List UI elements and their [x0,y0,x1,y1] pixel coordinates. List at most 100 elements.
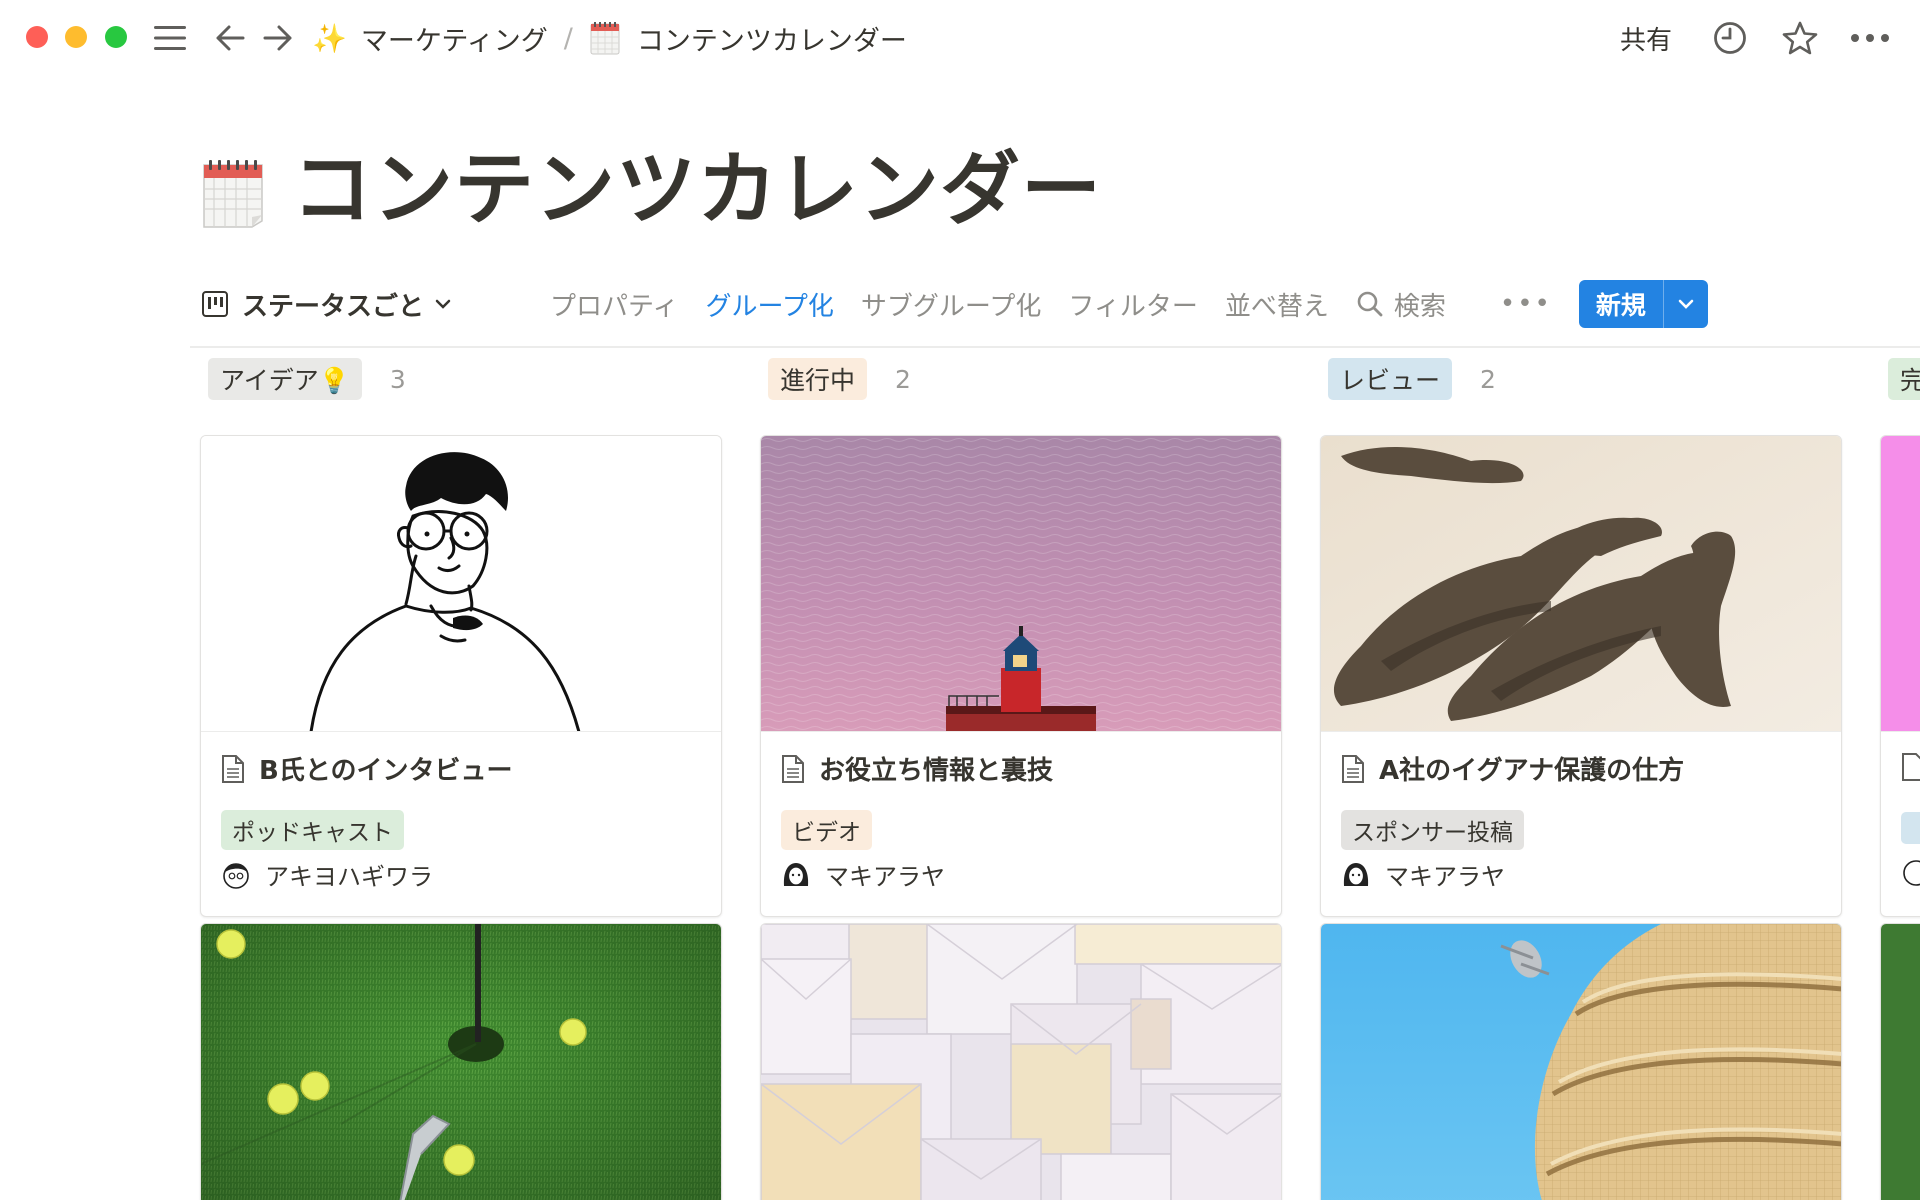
card-cover-image [761,924,1281,1200]
card-body: B氏とのインタビュー ポッドキャスト アキヨハギワラ [201,732,721,916]
iguanas-beach-image [1321,436,1841,731]
breadcrumb-label: マーケティング [360,25,548,57]
avatar [1903,860,1920,886]
new-button[interactable]: 新規 [1579,280,1664,328]
card-title: A社のイグアナ保護の仕方 [1379,756,1685,786]
sparkles-icon: ✨ [312,21,347,55]
status-pill: 進行中 [768,358,868,400]
breadcrumb-item-marketing[interactable]: ✨ マーケティング [312,19,548,58]
envelopes-image [761,924,1281,1200]
calendar-icon [203,160,263,228]
chevron-down-icon [435,299,451,309]
toolbar-more-button[interactable]: ••• [1500,289,1552,319]
assignee: マキアラヤ [1341,857,1505,892]
assignee: マキアラヤ [781,857,945,892]
column-count: 3 [389,364,406,394]
breadcrumb-label: コンテンツカレンダー [636,25,907,57]
share-label: 共有 [1620,25,1673,56]
arrow-right-icon [263,25,292,51]
subgroup-button[interactable]: サブグループ化 [861,286,1041,323]
column-header[interactable]: アイデア💡 3 [200,348,722,410]
card-cover-image [201,436,721,732]
board: アイデア💡 3 B氏とのインタビュー ポッドキャスト アキヨハギワラ 進行中 2… [0,348,1920,1200]
filter-button[interactable]: フィルター [1068,286,1197,323]
updates-button[interactable] [1710,18,1750,58]
share-button[interactable]: 共有 [1620,18,1672,58]
clock-icon [1714,22,1746,54]
zoom-window-button[interactable] [105,26,127,48]
board-column-review: レビュー 2 A社のイグアナ保護の仕方 スポンサー投稿 マキアラヤ [1320,348,1842,1200]
breadcrumb: ✨ マーケティング / コンテンツカレンダー [312,16,907,60]
golf-green-image [201,924,721,1200]
column-count: 2 [1480,364,1496,394]
assignee-name: マキアラヤ [1385,863,1505,891]
illustration-man-glasses [309,452,581,731]
content-type-tag: ビデオ [781,810,872,850]
avatar [1343,862,1369,886]
column-header[interactable]: レビュー 2 [1320,348,1842,410]
card-body: お役立ち情報と裏技 ビデオ マキアラヤ [761,732,1281,916]
new-button-group: 新規 [1578,280,1708,328]
view-switcher[interactable]: ステータスごと [202,282,452,326]
document-icon [1902,753,1920,781]
assignee-name: アキヨハギワラ [265,863,433,891]
column-count: 2 [895,364,911,394]
card-cover-image [201,924,721,1200]
close-window-button[interactable] [26,26,48,48]
favorite-button[interactable] [1780,18,1820,58]
sort-button[interactable]: 並べ替え [1225,286,1329,323]
avatar [783,862,809,886]
card-cover-image [761,436,1281,732]
search-label: 検索 [1393,291,1446,322]
column-header[interactable]: 完 [1880,348,1920,410]
page-calendar-icon[interactable] [200,155,266,229]
card-body [1881,732,1920,916]
board-card[interactable] [1880,923,1920,1200]
board-card[interactable]: お役立ち情報と裏技 ビデオ マキアラヤ [760,435,1282,917]
board-card[interactable]: A社のイグアナ保護の仕方 スポンサー投稿 マキアラヤ [1320,435,1842,917]
card-cover-image [1881,436,1920,732]
sidebar-toggle-button[interactable] [150,18,190,58]
new-dropdown-button[interactable] [1664,280,1708,328]
group-by-button[interactable]: グループ化 [705,286,833,323]
breadcrumb-separator: / [563,22,573,54]
more-options-button[interactable] [1848,18,1892,58]
search-button[interactable]: 検索 [1356,286,1473,323]
forward-button[interactable] [258,18,298,58]
back-button[interactable] [210,18,250,58]
assignee: アキヨハギワラ [221,857,433,892]
board-column-in-progress: 進行中 2 お役立ち情報と裏技 ビデオ マキアラヤ [760,348,1282,1200]
board-card[interactable]: B氏とのインタビュー ポッドキャスト アキヨハギワラ [200,435,722,917]
avatar [223,862,249,889]
card-body: A社のイグアナ保護の仕方 スポンサー投稿 マキアラヤ [1321,732,1841,916]
database-toolbar: ステータスごと プロパティ グループ化 サブグループ化 フィルター 並べ替え 検… [190,272,1920,348]
lighthouse-sea-image [761,436,1281,731]
toolbar-actions: プロパティ グループ化 サブグループ化 フィルター 並べ替え 検索 ••• 新規 [550,280,1708,328]
board-card[interactable] [1320,923,1842,1200]
document-icon [222,754,244,783]
assignee-name: マキアラヤ [825,863,945,891]
search-icon [1357,291,1383,317]
properties-button[interactable]: プロパティ [550,286,678,323]
arrow-left-icon [216,25,245,51]
view-label: ステータスごと [242,291,425,322]
card-title-row: B氏とのインタビュー [221,750,513,787]
status-pill: アイデア💡 [208,358,362,400]
breadcrumb-item-content-calendar[interactable]: コンテンツカレンダー [589,19,907,58]
more-icon [1851,34,1889,42]
column-header[interactable]: 進行中 2 [760,348,1282,410]
board-column-done: 完 [1880,348,1920,1200]
content-type-tag: スポンサー投稿 [1341,810,1524,850]
board-card[interactable] [200,923,722,1200]
page-title[interactable]: コンテンツカレンダー [292,140,1102,240]
board-card[interactable] [1880,435,1920,917]
card-cover-image [1321,924,1841,1200]
status-pill: レビュー [1328,358,1453,400]
status-pill: 完 [1888,358,1920,400]
content-type-tag: ポッドキャスト [221,810,404,850]
content-type-tag [1901,812,1920,844]
board-card[interactable] [760,923,1282,1200]
card-title-row: お役立ち情報と裏技 [781,750,1053,787]
chevron-down-icon [1678,299,1694,309]
minimize-window-button[interactable] [65,26,87,48]
